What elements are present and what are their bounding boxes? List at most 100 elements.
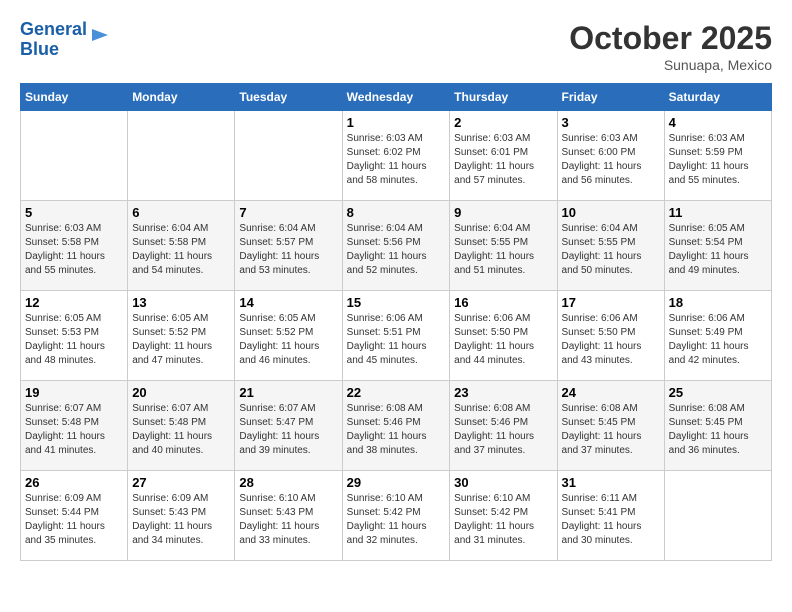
calendar-cell bbox=[235, 111, 342, 201]
day-number: 7 bbox=[239, 205, 337, 220]
day-number: 1 bbox=[347, 115, 446, 130]
day-number: 10 bbox=[562, 205, 660, 220]
day-number: 4 bbox=[669, 115, 767, 130]
calendar-cell: 4 Sunrise: 6:03 AMSunset: 5:59 PMDaylight… bbox=[664, 111, 771, 201]
calendar-cell: 20Sunrise: 6:07 AMSunset: 5:48 PMDayligh… bbox=[128, 381, 235, 471]
calendar-cell: 26Sunrise: 6:09 AMSunset: 5:44 PMDayligh… bbox=[21, 471, 128, 561]
day-info: Sunrise: 6:06 AMSunset: 5:50 PMDaylight:… bbox=[562, 312, 660, 368]
day-number: 14 bbox=[239, 295, 337, 310]
day-info: Sunrise: 6:07 AMSunset: 5:48 PMDaylight:… bbox=[132, 402, 230, 458]
weekday-header-tuesday: Tuesday bbox=[235, 84, 342, 111]
calendar-cell: 18Sunrise: 6:06 AMSunset: 5:49 PMDayligh… bbox=[664, 291, 771, 381]
day-info: Sunrise: 6:08 AMSunset: 5:45 PMDaylight:… bbox=[669, 402, 767, 458]
day-number: 16 bbox=[454, 295, 552, 310]
day-info: Sunrise: 6:07 AMSunset: 5:47 PMDaylight:… bbox=[239, 402, 337, 458]
day-info: Sunrise: 6:06 AMSunset: 5:49 PMDaylight:… bbox=[669, 312, 767, 368]
day-number: 3 bbox=[562, 115, 660, 130]
calendar-cell: 22 Sunrise: 6:08 AMSunset: 5:46 PMDayligh… bbox=[342, 381, 450, 471]
weekday-header-sunday: Sunday bbox=[21, 84, 128, 111]
day-info: Sunrise: 6:03 AMSunset: 5:59 PMDaylight:… bbox=[669, 132, 767, 188]
calendar-cell: 6 Sunrise: 6:04 AMSunset: 5:58 PMDaylight… bbox=[128, 201, 235, 291]
calendar-cell: 31 Sunrise: 6:11 AMSunset: 5:41 PMDayligh… bbox=[557, 471, 664, 561]
calendar-cell: 24 Sunrise: 6:08 AMSunset: 5:45 PMDayligh… bbox=[557, 381, 664, 471]
calendar-cell: 5 Sunrise: 6:03 AMSunset: 5:58 PMDaylight… bbox=[21, 201, 128, 291]
calendar-cell: 19Sunrise: 6:07 AMSunset: 5:48 PMDayligh… bbox=[21, 381, 128, 471]
day-info: Sunrise: 6:05 AMSunset: 5:53 PMDaylight:… bbox=[25, 312, 123, 368]
calendar-cell: 25 Sunrise: 6:08 AMSunset: 5:45 PMDayligh… bbox=[664, 381, 771, 471]
day-number: 8 bbox=[347, 205, 446, 220]
day-number: 22 bbox=[347, 385, 446, 400]
day-number: 28 bbox=[239, 475, 337, 490]
day-number: 31 bbox=[562, 475, 660, 490]
day-number: 24 bbox=[562, 385, 660, 400]
day-info: Sunrise: 6:04 AMSunset: 5:55 PMDaylight:… bbox=[454, 222, 552, 278]
calendar-cell bbox=[128, 111, 235, 201]
week-row-1: 1Sunrise: 6:03 AMSunset: 6:02 PMDaylight… bbox=[21, 111, 772, 201]
logo-arrow-icon bbox=[90, 25, 110, 45]
title-section: October 2025 Sunuapa, Mexico bbox=[569, 20, 772, 73]
calendar-cell: 7 Sunrise: 6:04 AMSunset: 5:57 PMDaylight… bbox=[235, 201, 342, 291]
calendar-cell: 27Sunrise: 6:09 AMSunset: 5:43 PMDayligh… bbox=[128, 471, 235, 561]
day-info: Sunrise: 6:03 AMSunset: 6:01 PMDaylight:… bbox=[454, 132, 552, 188]
day-info: Sunrise: 6:08 AMSunset: 5:46 PMDaylight:… bbox=[347, 402, 446, 458]
month-title: October 2025 bbox=[569, 20, 772, 57]
day-number: 12 bbox=[25, 295, 123, 310]
day-number: 13 bbox=[132, 295, 230, 310]
weekday-header-thursday: Thursday bbox=[450, 84, 557, 111]
calendar-cell: 8Sunrise: 6:04 AMSunset: 5:56 PMDaylight… bbox=[342, 201, 450, 291]
day-info: Sunrise: 6:10 AMSunset: 5:42 PMDaylight:… bbox=[454, 492, 552, 548]
calendar-cell: 16 Sunrise: 6:06 AMSunset: 5:50 PMDayligh… bbox=[450, 291, 557, 381]
day-info: Sunrise: 6:05 AMSunset: 5:54 PMDaylight:… bbox=[669, 222, 767, 278]
day-info: Sunrise: 6:10 AMSunset: 5:43 PMDaylight:… bbox=[239, 492, 337, 548]
logo-general: General bbox=[20, 19, 87, 39]
calendar-table: SundayMondayTuesdayWednesdayThursdayFrid… bbox=[20, 83, 772, 561]
location: Sunuapa, Mexico bbox=[569, 57, 772, 73]
day-info: Sunrise: 6:04 AMSunset: 5:58 PMDaylight:… bbox=[132, 222, 230, 278]
day-number: 26 bbox=[25, 475, 123, 490]
day-info: Sunrise: 6:09 AMSunset: 5:43 PMDaylight:… bbox=[132, 492, 230, 548]
day-number: 25 bbox=[669, 385, 767, 400]
day-info: Sunrise: 6:10 AMSunset: 5:42 PMDaylight:… bbox=[347, 492, 446, 548]
calendar-cell bbox=[664, 471, 771, 561]
week-row-4: 19Sunrise: 6:07 AMSunset: 5:48 PMDayligh… bbox=[21, 381, 772, 471]
calendar-cell: 23Sunrise: 6:08 AMSunset: 5:46 PMDayligh… bbox=[450, 381, 557, 471]
calendar-cell bbox=[21, 111, 128, 201]
day-info: Sunrise: 6:05 AMSunset: 5:52 PMDaylight:… bbox=[132, 312, 230, 368]
logo-blue: Blue bbox=[20, 39, 59, 59]
calendar-cell: 29Sunrise: 6:10 AMSunset: 5:42 PMDayligh… bbox=[342, 471, 450, 561]
day-info: Sunrise: 6:03 AMSunset: 6:00 PMDaylight:… bbox=[562, 132, 660, 188]
weekday-header-row: SundayMondayTuesdayWednesdayThursdayFrid… bbox=[21, 84, 772, 111]
weekday-header-saturday: Saturday bbox=[664, 84, 771, 111]
calendar-cell: 15Sunrise: 6:06 AMSunset: 5:51 PMDayligh… bbox=[342, 291, 450, 381]
day-info: Sunrise: 6:06 AMSunset: 5:50 PMDaylight:… bbox=[454, 312, 552, 368]
day-info: Sunrise: 6:03 AMSunset: 5:58 PMDaylight:… bbox=[25, 222, 123, 278]
day-number: 6 bbox=[132, 205, 230, 220]
calendar-cell: 11 Sunrise: 6:05 AMSunset: 5:54 PMDayligh… bbox=[664, 201, 771, 291]
day-number: 15 bbox=[347, 295, 446, 310]
week-row-3: 12 Sunrise: 6:05 AMSunset: 5:53 PMDayligh… bbox=[21, 291, 772, 381]
calendar-cell: 21 Sunrise: 6:07 AMSunset: 5:47 PMDayligh… bbox=[235, 381, 342, 471]
day-number: 23 bbox=[454, 385, 552, 400]
day-number: 21 bbox=[239, 385, 337, 400]
day-number: 5 bbox=[25, 205, 123, 220]
weekday-header-friday: Friday bbox=[557, 84, 664, 111]
calendar-cell: 3 Sunrise: 6:03 AMSunset: 6:00 PMDaylight… bbox=[557, 111, 664, 201]
calendar-cell: 12 Sunrise: 6:05 AMSunset: 5:53 PMDayligh… bbox=[21, 291, 128, 381]
week-row-5: 26Sunrise: 6:09 AMSunset: 5:44 PMDayligh… bbox=[21, 471, 772, 561]
calendar-cell: 30 Sunrise: 6:10 AMSunset: 5:42 PMDayligh… bbox=[450, 471, 557, 561]
calendar-cell: 1Sunrise: 6:03 AMSunset: 6:02 PMDaylight… bbox=[342, 111, 450, 201]
day-number: 17 bbox=[562, 295, 660, 310]
day-info: Sunrise: 6:05 AMSunset: 5:52 PMDaylight:… bbox=[239, 312, 337, 368]
calendar-cell: 17 Sunrise: 6:06 AMSunset: 5:50 PMDayligh… bbox=[557, 291, 664, 381]
day-info: Sunrise: 6:04 AMSunset: 5:57 PMDaylight:… bbox=[239, 222, 337, 278]
logo: General Blue bbox=[20, 20, 110, 60]
calendar-cell: 14 Sunrise: 6:05 AMSunset: 5:52 PMDayligh… bbox=[235, 291, 342, 381]
day-number: 9 bbox=[454, 205, 552, 220]
day-number: 30 bbox=[454, 475, 552, 490]
weekday-header-monday: Monday bbox=[128, 84, 235, 111]
day-info: Sunrise: 6:11 AMSunset: 5:41 PMDaylight:… bbox=[562, 492, 660, 548]
calendar-cell: 2Sunrise: 6:03 AMSunset: 6:01 PMDaylight… bbox=[450, 111, 557, 201]
day-number: 11 bbox=[669, 205, 767, 220]
day-info: Sunrise: 6:08 AMSunset: 5:45 PMDaylight:… bbox=[562, 402, 660, 458]
calendar-cell: 13 Sunrise: 6:05 AMSunset: 5:52 PMDayligh… bbox=[128, 291, 235, 381]
